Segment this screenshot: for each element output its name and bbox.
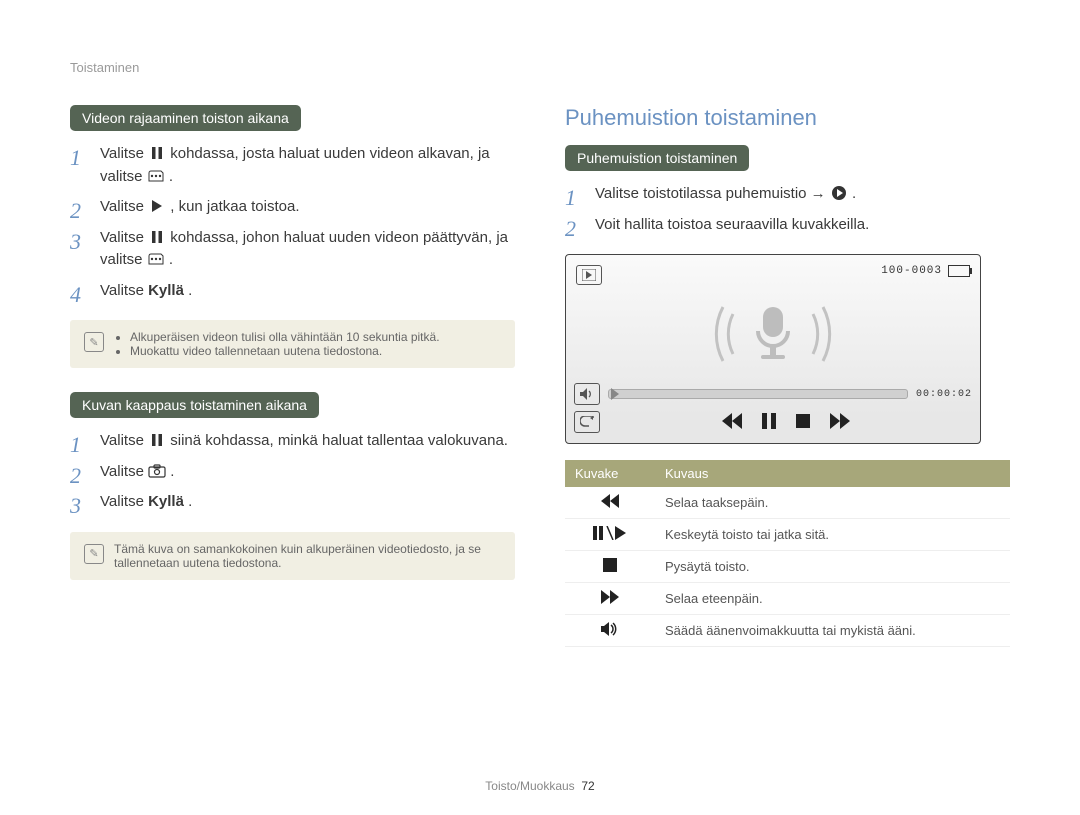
table-row: Pysäytä toisto. bbox=[565, 551, 1010, 583]
table-row: Keskeytä toisto tai jatka sitä. bbox=[565, 519, 1010, 551]
pause-icon bbox=[148, 433, 166, 447]
step-3: Valitse kohdassa, johon haluat uuden vid… bbox=[70, 227, 515, 272]
steps-capture-image: Valitse siinä kohdassa, minkä haluat tal… bbox=[70, 430, 515, 514]
note-line: Alkuperäisen videon tulisi olla vähintää… bbox=[130, 330, 440, 344]
step-1: Valitse siinä kohdassa, minkä haluat tal… bbox=[70, 430, 515, 453]
volume-button[interactable] bbox=[574, 383, 600, 405]
text: Valitse bbox=[100, 432, 148, 449]
text: Valitse toistotilassa puhemuistio → bbox=[595, 185, 830, 202]
text: . bbox=[169, 168, 173, 185]
note-icon: ✎ bbox=[84, 544, 104, 564]
note-icon: ✎ bbox=[84, 332, 104, 352]
progress-bar[interactable] bbox=[608, 389, 908, 399]
step-1: Valitse toistotilassa puhemuistio → . bbox=[565, 183, 1010, 206]
section-title: Puhemuistion toistaminen bbox=[565, 105, 1010, 131]
text-bold: Kyllä bbox=[148, 282, 184, 299]
heading-capture-image: Kuvan kaappaus toistaminen aikana bbox=[70, 392, 319, 418]
table-row: Selaa eteenpäin. bbox=[565, 583, 1010, 615]
heading-trim-video: Videon rajaaminen toiston aikana bbox=[70, 105, 301, 131]
step-4: Valitse Kyllä . bbox=[70, 280, 515, 303]
footer-section: Toisto/Muokkaus bbox=[485, 779, 574, 793]
voice-memo-player: 100-0003 bbox=[565, 254, 981, 444]
table-cell: Selaa taaksepäin. bbox=[655, 487, 1010, 519]
elapsed-time: 00:00:02 bbox=[916, 389, 972, 400]
play-icon bbox=[148, 199, 166, 213]
rewind-icon bbox=[565, 487, 655, 519]
rewind-button[interactable] bbox=[721, 413, 743, 432]
text-bold: Kyllä bbox=[148, 493, 184, 510]
stop-button[interactable] bbox=[795, 413, 811, 432]
note-line: Muokattu video tallennetaan uutena tiedo… bbox=[130, 344, 440, 358]
text: . bbox=[188, 493, 192, 510]
icon-description-table: Kuvake Kuvaus Selaa taaksepäin. bbox=[565, 460, 1010, 647]
back-button[interactable] bbox=[574, 411, 600, 433]
playback-mode-icon bbox=[576, 265, 602, 285]
step-3: Valitse Kyllä . bbox=[70, 491, 515, 514]
text: Valitse bbox=[100, 282, 148, 299]
text: Valitse bbox=[100, 463, 148, 480]
step-1: Valitse kohdassa, josta haluat uuden vid… bbox=[70, 143, 515, 188]
fast-forward-icon bbox=[565, 583, 655, 615]
forward-button[interactable] bbox=[829, 413, 851, 432]
text: . bbox=[188, 282, 192, 299]
table-row: Selaa taaksepäin. bbox=[565, 487, 1010, 519]
table-row: Säädä äänenvoimakkuutta tai mykistä ääni… bbox=[565, 615, 1010, 647]
steps-voice-memo: Valitse toistotilassa puhemuistio → . Vo… bbox=[565, 183, 1010, 236]
camera-icon bbox=[148, 464, 166, 478]
table-header: Kuvaus bbox=[655, 460, 1010, 487]
breadcrumb: Toistaminen bbox=[70, 60, 1010, 75]
text: . bbox=[169, 251, 173, 268]
step-2: Valitse , kun jatkaa toistoa. bbox=[70, 196, 515, 219]
play-circle-icon bbox=[830, 186, 848, 200]
page-footer: Toisto/Muokkaus 72 bbox=[0, 779, 1080, 793]
battery-icon bbox=[948, 265, 970, 277]
table-cell: Pysäytä toisto. bbox=[655, 551, 1010, 583]
page-number: 72 bbox=[581, 779, 594, 793]
pause-icon bbox=[148, 230, 166, 244]
pause-play-icon bbox=[565, 519, 655, 551]
table-header: Kuvake bbox=[565, 460, 655, 487]
text: Valitse bbox=[100, 198, 148, 215]
table-cell: Selaa eteenpäin. bbox=[655, 583, 1010, 615]
step-2: Voit hallita toistoa seuraavilla kuvakke… bbox=[565, 214, 1010, 237]
pause-icon bbox=[148, 146, 166, 160]
text: Valitse bbox=[100, 229, 148, 246]
player-status: 100-0003 bbox=[881, 265, 970, 277]
text: . bbox=[170, 463, 174, 480]
step-2: Valitse . bbox=[70, 461, 515, 484]
note-box: ✎ Alkuperäisen videon tulisi olla vähint… bbox=[70, 320, 515, 368]
pause-button[interactable] bbox=[761, 413, 777, 432]
table-cell: Säädä äänenvoimakkuutta tai mykistä ääni… bbox=[655, 615, 1010, 647]
file-counter: 100-0003 bbox=[881, 265, 942, 277]
text: . bbox=[852, 185, 856, 202]
trim-end-icon bbox=[147, 252, 165, 266]
volume-icon bbox=[565, 615, 655, 647]
trim-start-icon bbox=[147, 169, 165, 183]
steps-trim-video: Valitse kohdassa, josta haluat uuden vid… bbox=[70, 143, 515, 302]
table-cell: Keskeytä toisto tai jatka sitä. bbox=[655, 519, 1010, 551]
stop-icon bbox=[565, 551, 655, 583]
note-line: Tämä kuva on samankokoinen kuin alkuperä… bbox=[114, 542, 501, 570]
text: siinä kohdassa, minkä haluat tallentaa v… bbox=[170, 432, 508, 449]
microphone-graphic bbox=[566, 299, 980, 369]
text: , kun jatkaa toistoa. bbox=[170, 198, 299, 215]
text: Valitse bbox=[100, 145, 148, 162]
heading-voice-memo: Puhemuistion toistaminen bbox=[565, 145, 749, 171]
text: Valitse bbox=[100, 493, 148, 510]
note-box: ✎ Tämä kuva on samankokoinen kuin alkupe… bbox=[70, 532, 515, 580]
